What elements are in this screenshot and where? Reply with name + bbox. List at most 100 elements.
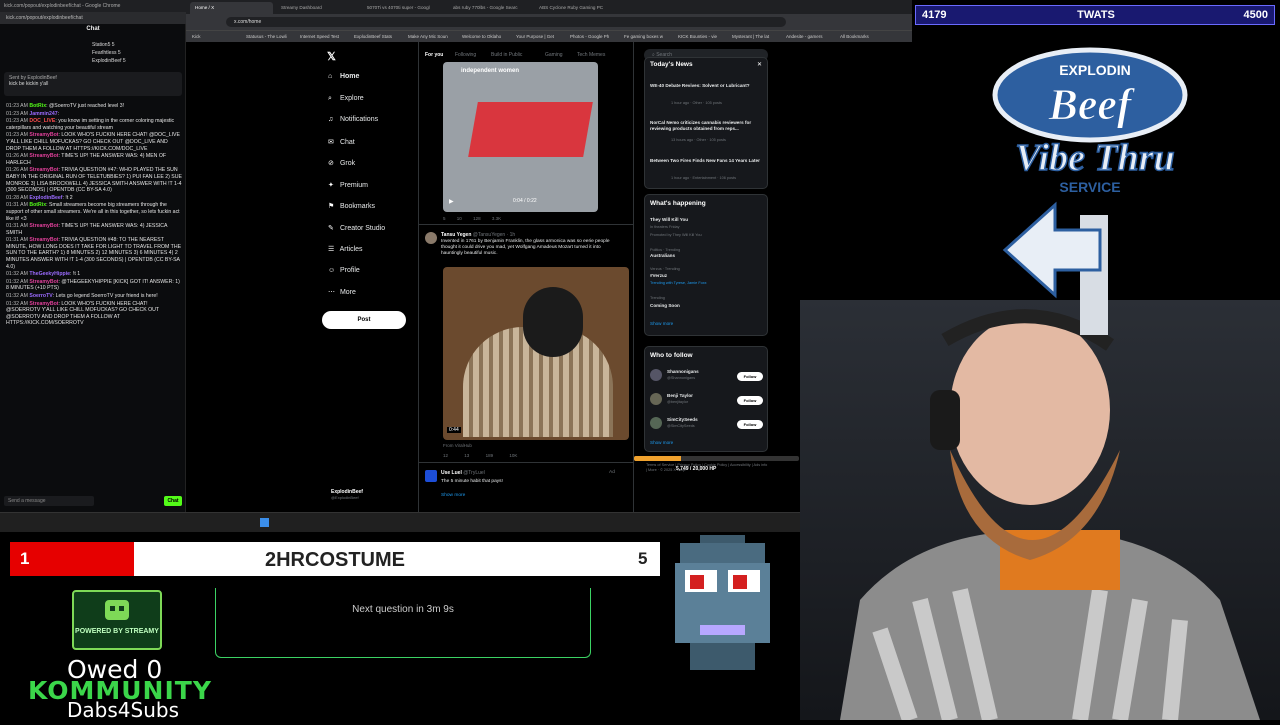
- browser-tab[interactable]: 5070Ti vs 4070ti super - Googl: [362, 2, 445, 14]
- tweet-actions[interactable]: 12 13 189 10K: [443, 453, 517, 458]
- avatar[interactable]: [650, 393, 662, 405]
- feed-tab[interactable]: For you: [425, 52, 443, 58]
- news-item[interactable]: NorCal Nemo criticizes cannabis reviewer…: [650, 120, 765, 131]
- bookmark-item[interactable]: Welcome to Oklaho: [462, 34, 501, 39]
- chat-username[interactable]: StreamyBot: [29, 223, 58, 229]
- chat-username[interactable]: StreamyBot: [29, 279, 58, 285]
- news-item[interactable]: WE-40 Debate Revives: Solvent or Lubrica…: [650, 83, 765, 89]
- bookmark-item[interactable]: KICK Bounties - vie: [678, 34, 717, 39]
- chat-message[interactable]: 01:32 AM TheGeekyHippie: !t 1: [6, 271, 182, 278]
- nav-item-chat[interactable]: ✉ Chat: [328, 138, 355, 146]
- chat-username[interactable]: Jammin247: [29, 111, 57, 117]
- tweet-video[interactable]: 0:44: [443, 267, 629, 440]
- tweet-author[interactable]: Tansu Yegen @TansuYegen · 1h: [441, 232, 515, 238]
- x-logo-icon[interactable]: 𝕏: [327, 50, 336, 63]
- trend-title[interactable]: Coming Soon: [650, 303, 680, 309]
- trend-title[interactable]: Australians: [650, 253, 675, 259]
- repost-count[interactable]: 10: [457, 216, 462, 221]
- bookmark-item[interactable]: Make Any Mic Soun: [408, 34, 448, 39]
- follow-button[interactable]: Follow: [737, 396, 763, 405]
- chat-username[interactable]: BotRix: [29, 202, 46, 208]
- bookmark-item[interactable]: Statusus - The Lowli: [246, 34, 287, 39]
- nav-item-articles[interactable]: ☰ Articles: [328, 245, 363, 253]
- browser-tab[interactable]: ABS Cyclone Ruby Gaming PC: [534, 2, 617, 14]
- chat-username[interactable]: StreamyBot: [29, 153, 58, 159]
- chat-message[interactable]: 01:32 AM SoerroTV: Lets go legend Soerro…: [6, 293, 182, 300]
- feed-tab[interactable]: Gaming: [545, 52, 563, 58]
- feed-tab[interactable]: Following: [455, 52, 476, 58]
- viewer-item[interactable]: Fearlhtless 5: [92, 50, 121, 56]
- nav-item-premium[interactable]: ✦ Premium: [328, 181, 368, 189]
- chat-message[interactable]: 01:23 AM StreamyBot: LOOK WHO'S FUCKIN H…: [6, 132, 182, 152]
- chat-message[interactable]: 01:32 AM StreamyBot: LOOK WHO'S FUCKIN H…: [6, 301, 182, 327]
- trend-title[interactable]: #Verzuz: [650, 273, 667, 279]
- view-count[interactable]: 3.3K: [492, 216, 501, 221]
- browser-tab[interactable]: Streamy Dashboard: [276, 2, 359, 14]
- tweet-actions[interactable]: 5 10 128 3.3K: [443, 216, 501, 221]
- nav-item-notifications[interactable]: ♫ Notifications: [328, 116, 378, 123]
- bookmark-item[interactable]: Your Purpose | Get: [516, 34, 554, 39]
- bookmark-item[interactable]: Internet Speed Test: [300, 34, 339, 39]
- bookmark-item[interactable]: All Bookmarks: [840, 34, 869, 39]
- chat-message[interactable]: 01:23 AM DOC_LIVE: you know im setting i…: [6, 118, 182, 131]
- chat-username[interactable]: StreamyBot: [29, 301, 58, 307]
- advertiser-avatar[interactable]: [425, 470, 437, 482]
- bookmark-item[interactable]: Andesite - gamers: [786, 34, 823, 39]
- tweet-video[interactable]: independent women 0:04 / 0:22 ▶: [443, 62, 598, 212]
- chat-message-input[interactable]: Send a message: [4, 496, 94, 506]
- chat-url-bar[interactable]: kick.com/popout/explodinbeef/chat: [0, 12, 186, 24]
- bookmark-item[interactable]: Photos - Google Ph: [570, 34, 609, 39]
- chat-send-button[interactable]: Chat: [164, 496, 182, 506]
- bookmark-item[interactable]: Mysterant | The lat: [732, 34, 769, 39]
- reply-count[interactable]: 5: [443, 216, 446, 221]
- chat-message[interactable]: 01:23 AM Jammin247:: [6, 111, 182, 118]
- suggested-name[interactable]: Benji Taylor: [667, 393, 693, 399]
- repost-count[interactable]: 13: [464, 453, 469, 458]
- chat-username[interactable]: StreamyBot: [29, 132, 58, 138]
- suggested-name[interactable]: Shannonigans: [667, 369, 699, 375]
- tweet-author[interactable]: Use Luel @TryLuel: [441, 470, 485, 476]
- chat-username[interactable]: ExplodinBeef: [29, 195, 62, 201]
- chat-message[interactable]: 01:31 AM StreamyBot: TRIVIA QUESTION #48…: [6, 237, 182, 270]
- viewer-item[interactable]: Station5 5: [92, 42, 115, 48]
- chat-username[interactable]: DOC_LIVE: [29, 118, 55, 124]
- feed-tab[interactable]: Tech Memes: [577, 52, 605, 58]
- view-count[interactable]: 10K: [509, 453, 517, 458]
- play-icon[interactable]: ▶: [449, 198, 454, 205]
- trend-title[interactable]: They Will Kill You: [650, 217, 688, 223]
- show-more-link[interactable]: Show more: [441, 493, 465, 499]
- viewer-item[interactable]: ExplodinBeef 5: [92, 58, 126, 64]
- nav-item-grok[interactable]: ⊘ Grok: [328, 159, 355, 167]
- nav-item-more[interactable]: ⋯ More: [328, 288, 356, 296]
- like-count[interactable]: 128: [473, 216, 481, 221]
- nav-item-creator-studio[interactable]: ✎ Creator Studio: [328, 224, 385, 232]
- chat-message[interactable]: 01:31 AM BotRix: Small streamers become …: [6, 202, 182, 222]
- bookmark-item[interactable]: Kick: [192, 34, 201, 39]
- nav-item-explore[interactable]: ⌕ Explore: [328, 95, 364, 103]
- chat-username[interactable]: BotRix: [29, 103, 46, 109]
- nav-item-profile[interactable]: ☺ Profile: [328, 267, 360, 274]
- nav-item-bookmarks[interactable]: ⚑ Bookmarks: [328, 202, 375, 210]
- avatar[interactable]: [650, 369, 662, 381]
- nav-item-home[interactable]: ⌂ Home: [328, 73, 359, 80]
- timeline-feed[interactable]: For you Following Build in Public Gaming…: [418, 42, 634, 512]
- bookmark-item[interactable]: ExplodinBeef Stats: [354, 34, 392, 39]
- chat-username[interactable]: StreamyBot: [29, 237, 58, 243]
- suggested-name[interactable]: SimCitySeeds: [667, 417, 698, 423]
- news-item[interactable]: Between Two Fires Finds New Fans 14 Year…: [650, 158, 765, 164]
- chat-message[interactable]: 01:28 AM ExplodinBeef: !t 2: [6, 195, 182, 202]
- bookmark-item[interactable]: Fe gaming boxes w: [624, 34, 663, 39]
- url-input[interactable]: x.com/home: [226, 17, 786, 27]
- avatar[interactable]: [425, 232, 437, 244]
- browser-tab[interactable]: abs ruby 770lbs - Google Searc: [448, 2, 531, 14]
- follow-button[interactable]: Follow: [737, 372, 763, 381]
- chat-message[interactable]: 01:26 AM StreamyBot: TIME'S UP! THE ANSW…: [6, 153, 182, 166]
- show-more-link[interactable]: Show more: [650, 321, 673, 326]
- chat-message[interactable]: 01:32 AM StreamyBot: @THEGEEKYHIPPIE [KI…: [6, 279, 182, 292]
- show-more-link[interactable]: Show more: [650, 440, 673, 445]
- chat-username[interactable]: SoerroTV: [29, 293, 52, 299]
- pinned-message[interactable]: Sent by ExplodinBeef kick be kickin y'al…: [4, 72, 182, 96]
- avatar[interactable]: [650, 417, 662, 429]
- like-count[interactable]: 189: [486, 453, 494, 458]
- close-icon[interactable]: ✕: [757, 61, 762, 68]
